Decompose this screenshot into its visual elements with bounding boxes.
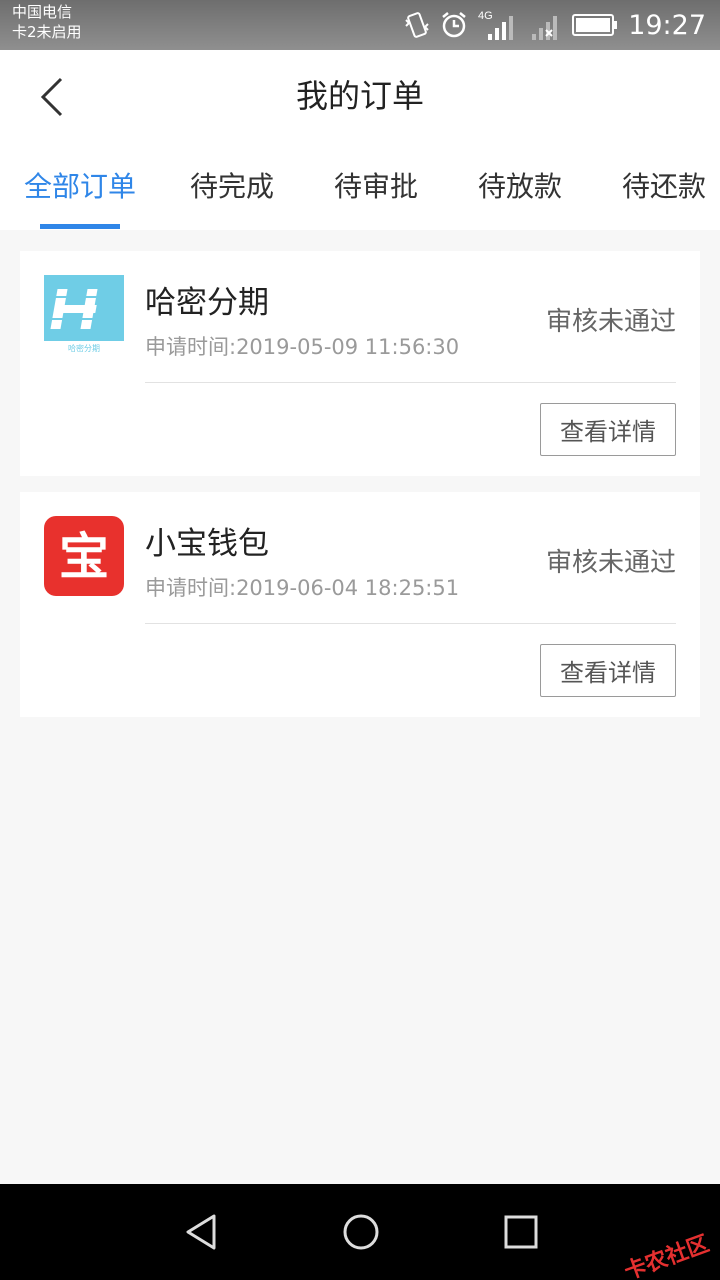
carrier-name: 中国电信 — [12, 3, 73, 21]
app-header: 我的订单 — [0, 50, 720, 142]
product-name: 小宝钱包 — [145, 526, 269, 562]
tab-pending-approval[interactable]: 待审批 — [311, 142, 441, 230]
divider — [145, 623, 676, 624]
view-details-button[interactable]: 查看详情 — [540, 644, 676, 697]
sim2-status: 卡2未启用 — [12, 23, 82, 41]
nav-back-button[interactable] — [178, 1208, 226, 1256]
view-details-button[interactable]: 查看详情 — [540, 403, 676, 456]
nav-home-button[interactable] — [337, 1208, 385, 1256]
divider — [145, 382, 676, 383]
battery-icon — [572, 13, 618, 37]
signal-4g-icon: 4G — [478, 8, 518, 42]
order-card: 哈密分期 哈密分期 申请时间:2019-05-09 11:56:30 审核未通过… — [20, 251, 700, 476]
status-badge: 审核未通过 — [545, 307, 676, 337]
status-badge: 审核未通过 — [545, 548, 676, 578]
tab-pending-completion[interactable]: 待完成 — [167, 142, 297, 230]
vibrate-icon — [404, 10, 430, 40]
status-bar: 中国电信 卡2未启用 4G 19:27 — [0, 0, 720, 50]
clock: 19:27 — [628, 9, 706, 41]
page-title: 我的订单 — [295, 77, 424, 115]
alarm-icon — [440, 11, 468, 39]
xiaobao-logo-text: 宝 — [59, 528, 109, 586]
triangle-back-icon — [186, 1214, 216, 1250]
status-icons: 4G 19:27 — [404, 0, 706, 50]
square-recents-icon — [504, 1215, 538, 1249]
nav-recents-button[interactable] — [497, 1208, 545, 1256]
active-tab-indicator — [40, 224, 120, 229]
watermark-text: 卡农社区 — [621, 1231, 713, 1280]
tab-pending-repayment[interactable]: 待还款 — [599, 142, 720, 230]
tab-pending-disbursement[interactable]: 待放款 — [455, 142, 585, 230]
circle-home-icon — [343, 1214, 379, 1250]
system-nav-bar: 卡农社区 — [0, 1184, 720, 1280]
tab-all-orders[interactable]: 全部订单 — [15, 142, 145, 230]
apply-time: 申请时间:2019-06-04 18:25:51 — [145, 576, 460, 600]
signal-no-sim-icon — [528, 8, 562, 42]
chevron-left-icon — [40, 77, 63, 117]
hami-logo-icon: 哈密分期 — [44, 275, 124, 355]
network-type: 4G — [478, 10, 493, 22]
carrier-info: 中国电信 卡2未启用 — [12, 2, 82, 42]
order-tabs: 全部订单 待完成 待审批 待放款 待还款 — [0, 142, 720, 230]
xiaobao-logo-icon: 宝 — [44, 516, 124, 596]
product-name: 哈密分期 — [145, 285, 269, 321]
back-button[interactable] — [30, 72, 74, 122]
apply-time: 申请时间:2019-05-09 11:56:30 — [145, 335, 460, 359]
order-card: 宝 小宝钱包 申请时间:2019-06-04 18:25:51 审核未通过 查看… — [20, 492, 700, 717]
hami-logo-caption: 哈密分期 — [68, 343, 100, 353]
